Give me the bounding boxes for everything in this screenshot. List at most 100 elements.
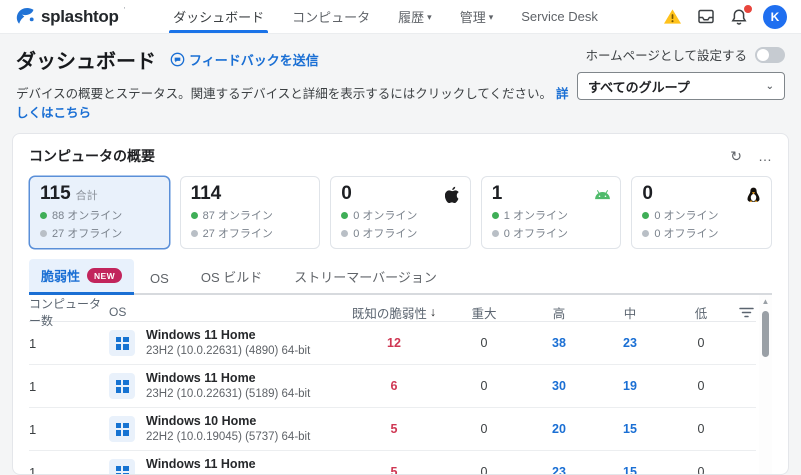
stat-card-total[interactable]: 115 合計 88 オンライン 27 オフライン: [29, 176, 170, 249]
header-right: ホームページとして設定する すべてのグループ ⌄: [577, 45, 785, 121]
overview-title: コンピュータの概要: [29, 146, 155, 166]
col-critical[interactable]: 重大: [444, 303, 524, 322]
more-options-icon[interactable]: …: [758, 148, 772, 165]
offline-dot: [642, 230, 649, 237]
top-navbar: splashtop ' ダッシュボード コンピュータ 履歴 ▾ 管理 ▾ Ser…: [0, 0, 801, 34]
inbox-icon[interactable]: [697, 8, 715, 25]
brand-logo[interactable]: splashtop ': [14, 0, 125, 33]
col-os[interactable]: OS: [109, 305, 344, 319]
scrollbar-thumb[interactable]: [762, 311, 769, 357]
send-feedback-link[interactable]: フィードバックを送信: [170, 50, 319, 69]
stat-card-linux[interactable]: 0 0 オンライン 0 オフライン: [631, 176, 772, 249]
low-count: 0: [666, 379, 736, 393]
offline-dot: [341, 230, 348, 237]
stats-row: 115 合計 88 オンライン 27 オフライン 114 87 オンライン 27…: [29, 176, 772, 249]
refresh-icon[interactable]: ↻: [730, 148, 742, 165]
caret-down-icon: ▾: [489, 12, 494, 23]
table-row[interactable]: 1 Windows 11 Home 23H2 (10.0.22631) (518…: [29, 365, 756, 408]
report-tabs: 脆弱性 NEW OS OS ビルド ストリーマーバージョン: [29, 262, 772, 295]
windows-icon: [109, 330, 135, 356]
linux-icon: [745, 186, 762, 203]
high-count[interactable]: 20: [524, 422, 594, 436]
feedback-icon: [170, 52, 185, 67]
table-row[interactable]: 1 Windows 11 Home 23H2 (10.0.22631) (489…: [29, 322, 756, 365]
nav-item-logs[interactable]: 履歴 ▾: [384, 0, 446, 33]
critical-count: 0: [444, 422, 524, 436]
notifications-bell-icon[interactable]: [730, 8, 748, 26]
tab-streamer-version[interactable]: ストリーマーバージョン: [278, 260, 453, 293]
online-dot: [642, 212, 649, 219]
nav-item-dashboard[interactable]: ダッシュボード: [159, 0, 278, 33]
brand-name: splashtop: [41, 7, 119, 27]
nav-right-icons: K: [663, 0, 787, 33]
homepage-toggle[interactable]: [755, 47, 785, 63]
apple-icon: [444, 186, 461, 203]
dashboard-page: splashtop ' ダッシュボード コンピュータ 履歴 ▾ 管理 ▾ Ser…: [0, 0, 801, 460]
page-description: デバイスの概要とステータス。関連するデバイスと詳細を表示するにはクリックしてくだ…: [16, 83, 577, 121]
online-dot: [191, 212, 198, 219]
group-select-value: すべてのグループ: [588, 77, 690, 96]
stat-card-mac[interactable]: 0 0 オンライン 0 オフライン: [330, 176, 471, 249]
nav-item-computers[interactable]: コンピュータ: [278, 0, 384, 33]
page-title: ダッシュボード: [16, 45, 156, 74]
warning-icon[interactable]: [663, 8, 682, 25]
medium-count[interactable]: 23: [594, 336, 666, 350]
tab-os[interactable]: OS: [134, 264, 185, 293]
vuln-count[interactable]: 6: [344, 379, 444, 393]
medium-count[interactable]: 15: [594, 465, 666, 475]
medium-count[interactable]: 19: [594, 379, 666, 393]
critical-count: 0: [444, 465, 524, 475]
high-count[interactable]: 23: [524, 465, 594, 475]
offline-dot: [191, 230, 198, 237]
header-left: ダッシュボード フィードバックを送信 デバイスの概要とステータス。関連するデバイ…: [16, 45, 577, 121]
low-count: 0: [666, 465, 736, 475]
chevron-down-icon: ⌄: [766, 81, 774, 92]
vuln-count[interactable]: 5: [344, 422, 444, 436]
notification-badge: [743, 4, 753, 14]
windows-icon: [109, 373, 135, 399]
vulnerability-table: コンピューター数 OS 既知の脆弱性 ↓ 重大 高 中 低 1: [29, 295, 772, 475]
tab-vulnerability[interactable]: 脆弱性 NEW: [29, 259, 134, 295]
new-badge: NEW: [87, 268, 122, 283]
sort-desc-icon: ↓: [430, 305, 436, 319]
col-high[interactable]: 高: [524, 303, 594, 322]
user-avatar[interactable]: K: [763, 5, 787, 29]
splashtop-logo-icon: [14, 6, 36, 28]
high-count[interactable]: 38: [524, 336, 594, 350]
col-medium[interactable]: 中: [594, 303, 666, 322]
table-header-row: コンピューター数 OS 既知の脆弱性 ↓ 重大 高 中 低: [29, 295, 756, 322]
stat-card-android[interactable]: 1 1 オンライン 0 オフライン: [481, 176, 622, 249]
windows-icon: [109, 459, 135, 475]
stat-card-windows[interactable]: 114 87 オンライン 27 オフライン: [180, 176, 321, 249]
android-icon: [594, 186, 611, 203]
nav-item-management[interactable]: 管理 ▾: [446, 0, 508, 33]
table-row[interactable]: 1 Windows 10 Home 22H2 (10.0.19045) (573…: [29, 408, 756, 451]
caret-down-icon: ▾: [427, 12, 432, 23]
table-row[interactable]: 1 Windows 11 Home 24H2 (10.0.26100) (391…: [29, 451, 756, 475]
vuln-count[interactable]: 5: [344, 465, 444, 475]
col-known-vulnerabilities[interactable]: 既知の脆弱性 ↓: [344, 303, 444, 322]
nav-item-service-desk[interactable]: Service Desk: [507, 0, 612, 33]
group-select-dropdown[interactable]: すべてのグループ ⌄: [577, 72, 785, 100]
filter-icon[interactable]: [739, 307, 756, 318]
critical-count: 0: [444, 379, 524, 393]
scroll-up-icon[interactable]: ▲: [759, 297, 772, 306]
page-header: ダッシュボード フィードバックを送信 デバイスの概要とステータス。関連するデバイ…: [0, 34, 801, 133]
windows-icon: [109, 416, 135, 442]
tab-os-build[interactable]: OS ビルド: [185, 260, 278, 293]
homepage-toggle-label: ホームページとして設定する: [585, 45, 747, 64]
table-scrollbar[interactable]: ▲ ▼: [759, 295, 772, 475]
low-count: 0: [666, 336, 736, 350]
vuln-count[interactable]: 12: [344, 336, 444, 350]
col-low[interactable]: 低: [666, 303, 736, 322]
offline-dot: [40, 230, 47, 237]
critical-count: 0: [444, 336, 524, 350]
brand-trademark: ': [124, 6, 126, 15]
windows-icon: [295, 186, 310, 201]
online-dot: [40, 212, 47, 219]
medium-count[interactable]: 15: [594, 422, 666, 436]
online-dot: [341, 212, 348, 219]
high-count[interactable]: 30: [524, 379, 594, 393]
offline-dot: [492, 230, 499, 237]
col-computer-count[interactable]: コンピューター数: [29, 295, 109, 329]
